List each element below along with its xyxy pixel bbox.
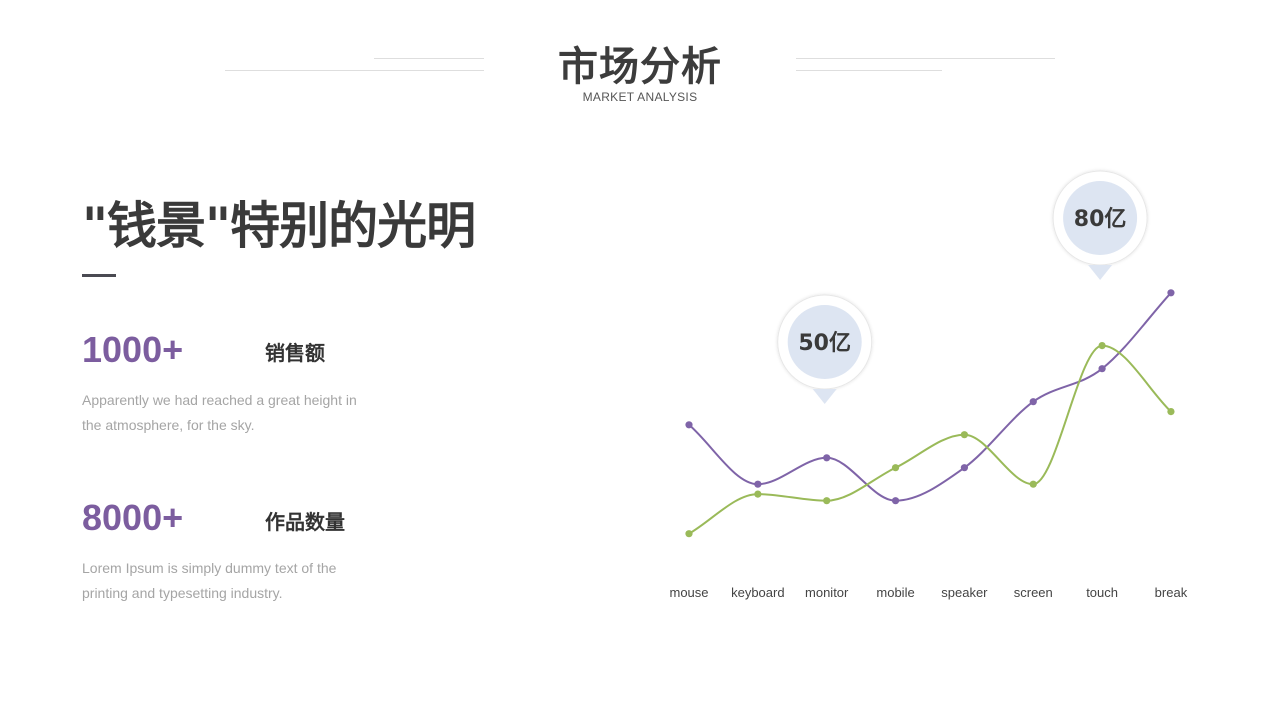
x-tick-label: monitor (805, 585, 849, 600)
series-2-point (1029, 480, 1037, 488)
x-tick-label: screen (1014, 585, 1053, 600)
series-2-point (823, 497, 831, 505)
x-tick-label: mouse (669, 585, 708, 600)
line-chart: mouse keyboard monitor mobile speaker screen t… (669, 170, 1188, 600)
series-1-point (685, 421, 693, 429)
series-2-point (754, 490, 762, 498)
series-2-line (688, 344, 1172, 535)
series-1-line (688, 292, 1172, 502)
series-1-point (1167, 289, 1175, 297)
x-tick-label: keyboard (731, 585, 784, 600)
annotation-bubble: 50亿 (777, 294, 873, 404)
x-tick-label: break (1155, 585, 1188, 600)
annotation-label: 80亿 (1074, 207, 1127, 232)
series-2-point (1167, 408, 1175, 416)
series-1-point (823, 454, 831, 462)
series-1-point (960, 464, 969, 472)
x-tick-label: mobile (876, 585, 914, 600)
series-2-point (960, 431, 969, 439)
series-1-point (891, 497, 900, 505)
x-tick-label: touch (1086, 585, 1118, 600)
series-1-point (754, 480, 762, 488)
annotation-bubble: 80亿 (1052, 170, 1148, 280)
series-1-point (1098, 365, 1106, 373)
series-2-point (891, 464, 900, 472)
annotation-label: 50亿 (798, 331, 851, 356)
series-1-point (1029, 398, 1037, 406)
series-2-point (1098, 342, 1106, 350)
series-2-point (685, 530, 693, 538)
x-tick-label: speaker (941, 585, 988, 600)
